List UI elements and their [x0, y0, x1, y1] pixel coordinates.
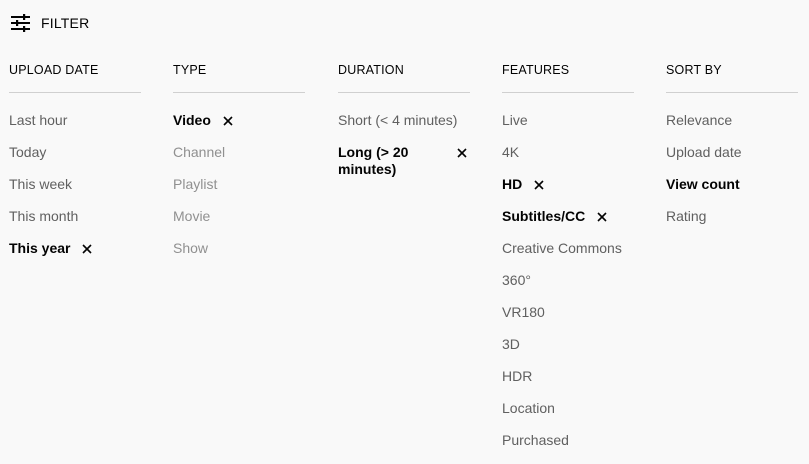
filter-option-location[interactable]: Location — [502, 400, 634, 417]
filter-option-label: Show — [173, 240, 209, 256]
filter-options-list: Live 4K HD Subtitles/CC Creative Commons 360°… — [502, 112, 634, 449]
filter-option-label: Video — [173, 112, 211, 128]
column-header: UPLOAD DATE — [9, 62, 141, 93]
filter-column-upload-date: UPLOAD DATE Last hour Today This week This m… — [9, 62, 141, 272]
filter-option-label: Creative Commons — [502, 240, 622, 256]
filter-option-video[interactable]: Video — [173, 112, 305, 129]
filter-option-label: Live — [502, 112, 528, 128]
filter-options-list: Last hour Today This week This month This ye… — [9, 112, 141, 257]
filter-option-label: Rating — [666, 208, 707, 224]
filter-option-label: HDR — [502, 368, 533, 384]
filter-option-label: 3D — [502, 336, 520, 352]
filter-option-label: Long (> 20 minutes) — [338, 144, 409, 177]
column-header: SORT BY — [666, 62, 798, 93]
filter-option-playlist: Playlist — [173, 176, 305, 193]
filter-option-long-20-minutes[interactable]: Long (> 20 minutes) — [338, 144, 470, 178]
filter-option-creative-commons[interactable]: Creative Commons — [502, 240, 634, 257]
filter-option-today[interactable]: Today — [9, 144, 141, 161]
filter-option-label: Relevance — [666, 112, 733, 128]
filter-option-view-count[interactable]: View count — [666, 176, 798, 193]
filter-column-sort-by: SORT BY Relevance Upload date View count Rat… — [666, 62, 798, 240]
close-icon[interactable] — [220, 113, 236, 129]
filter-option-label: 4K — [502, 144, 520, 160]
filter-option-4k[interactable]: 4K — [502, 144, 634, 161]
filter-option-label: Location — [502, 400, 555, 416]
close-icon[interactable] — [454, 145, 470, 161]
filter-option-label: VR180 — [502, 304, 545, 320]
filter-option-label: Subtitles/CC — [502, 208, 586, 224]
column-header: TYPE — [173, 62, 305, 93]
filter-option-show: Show — [173, 240, 305, 257]
filter-option-purchased[interactable]: Purchased — [502, 432, 634, 449]
filter-option-label: HD — [502, 176, 523, 192]
filter-option-label: Last hour — [9, 112, 68, 128]
filter-option-channel: Channel — [173, 144, 305, 161]
filter-option-rating[interactable]: Rating — [666, 208, 798, 225]
filter-option-label: Purchased — [502, 432, 569, 448]
filter-option-label: This year — [9, 240, 71, 256]
filter-column-features: FEATURES Live 4K HD Subtitles/CC Creative Com… — [502, 62, 634, 464]
filter-button[interactable]: FILTER — [10, 13, 89, 33]
filter-label: FILTER — [41, 15, 90, 31]
tune-icon — [10, 13, 31, 33]
filter-option-hd[interactable]: HD — [502, 176, 634, 193]
filter-option-label: Short (< 4 minutes) — [338, 112, 458, 128]
filter-option-label: Channel — [173, 144, 226, 160]
filter-option-upload-date[interactable]: Upload date — [666, 144, 798, 161]
filter-options-list: Video Channel Playlist Movie Show — [173, 112, 305, 257]
filter-option-3d[interactable]: 3D — [502, 336, 634, 353]
filter-column-type: TYPE Video Channel Playlist Movie Show — [173, 62, 305, 272]
filter-column-duration: DURATION Short (< 4 minutes) Long (> 20 mi… — [338, 62, 470, 190]
filter-option-last-hour[interactable]: Last hour — [9, 112, 141, 129]
filter-option-hdr[interactable]: HDR — [502, 368, 634, 385]
filter-option-this-month[interactable]: This month — [9, 208, 141, 225]
filter-option-label: Today — [9, 144, 47, 160]
filter-option-label: Playlist — [173, 176, 218, 192]
filter-option-360[interactable]: 360° — [502, 272, 634, 289]
filter-option-label: View count — [666, 176, 740, 192]
filter-option-label: This week — [9, 176, 73, 192]
filter-option-label: 360° — [502, 272, 531, 288]
filter-option-live[interactable]: Live — [502, 112, 634, 129]
filter-option-subtitles-cc[interactable]: Subtitles/CC — [502, 208, 634, 225]
column-header: DURATION — [338, 62, 470, 93]
filter-option-label: Upload date — [666, 144, 742, 160]
filter-option-relevance[interactable]: Relevance — [666, 112, 798, 129]
column-header: FEATURES — [502, 62, 634, 93]
filter-option-this-year[interactable]: This year — [9, 240, 141, 257]
filter-options-list: Relevance Upload date View count Rating — [666, 112, 798, 225]
filter-options-list: Short (< 4 minutes) Long (> 20 minutes) — [338, 112, 470, 178]
close-icon[interactable] — [594, 209, 610, 225]
filter-option-label: Movie — [173, 208, 211, 224]
filter-option-short-4-minutes[interactable]: Short (< 4 minutes) — [338, 112, 470, 129]
close-icon[interactable] — [79, 241, 95, 257]
close-icon[interactable] — [531, 177, 547, 193]
filter-option-this-week[interactable]: This week — [9, 176, 141, 193]
filter-option-label: This month — [9, 208, 79, 224]
filter-option-vr180[interactable]: VR180 — [502, 304, 634, 321]
filter-option-movie: Movie — [173, 208, 305, 225]
